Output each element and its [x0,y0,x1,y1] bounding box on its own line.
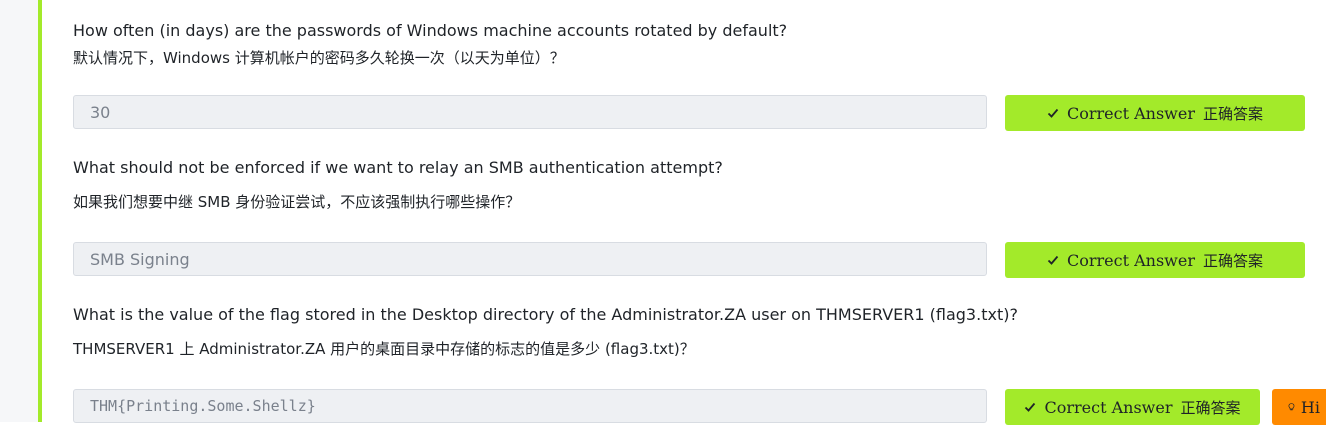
question-1-text: How often (in days) are the passwords of… [73,21,788,40]
hint-label: Hi [1300,397,1320,417]
hint-button[interactable]: Hi [1272,389,1326,425]
correct-answer-label: Correct Answer [1066,250,1195,270]
check-icon [1047,255,1059,265]
question-3-text: What is the value of the flag stored in … [73,305,1018,324]
question-1-translation: 默认情况下，Windows 计算机帐户的密码多久轮换一次（以天为单位）？ [73,49,565,67]
correct-answer-label-cn: 正确答案 [1202,251,1263,270]
question-2-translation: 如果我们想要中继 SMB 身份验证尝试，不应该强制执行哪些操作？ [73,193,521,211]
task-questions: How often (in days) are the passwords of… [73,0,1326,425]
correct-answer-3-button[interactable]: Correct Answer 正确答案 [1005,389,1260,425]
question-3-translation: THMSERVER1 上 Administrator.ZA 用户的桌面目录中存储… [73,340,695,358]
correct-answer-2-button[interactable]: Correct Answer 正确答案 [1005,242,1305,278]
question-2-text: What should not be enforced if we want t… [73,158,723,177]
correct-answer-label: Correct Answer [1066,103,1195,123]
task-accent-bar [38,0,42,422]
left-gutter [0,0,38,422]
answer-1-input[interactable] [73,95,987,129]
lightbulb-icon [1288,403,1295,411]
correct-answer-label-cn: 正确答案 [1180,398,1241,417]
correct-answer-1-button[interactable]: Correct Answer 正确答案 [1005,95,1305,131]
check-icon [1047,108,1059,118]
answer-3-input[interactable] [73,389,987,423]
correct-answer-label-cn: 正确答案 [1202,104,1263,123]
correct-answer-label: Correct Answer [1044,397,1173,417]
check-icon [1025,402,1036,412]
answer-2-input[interactable] [73,242,987,276]
